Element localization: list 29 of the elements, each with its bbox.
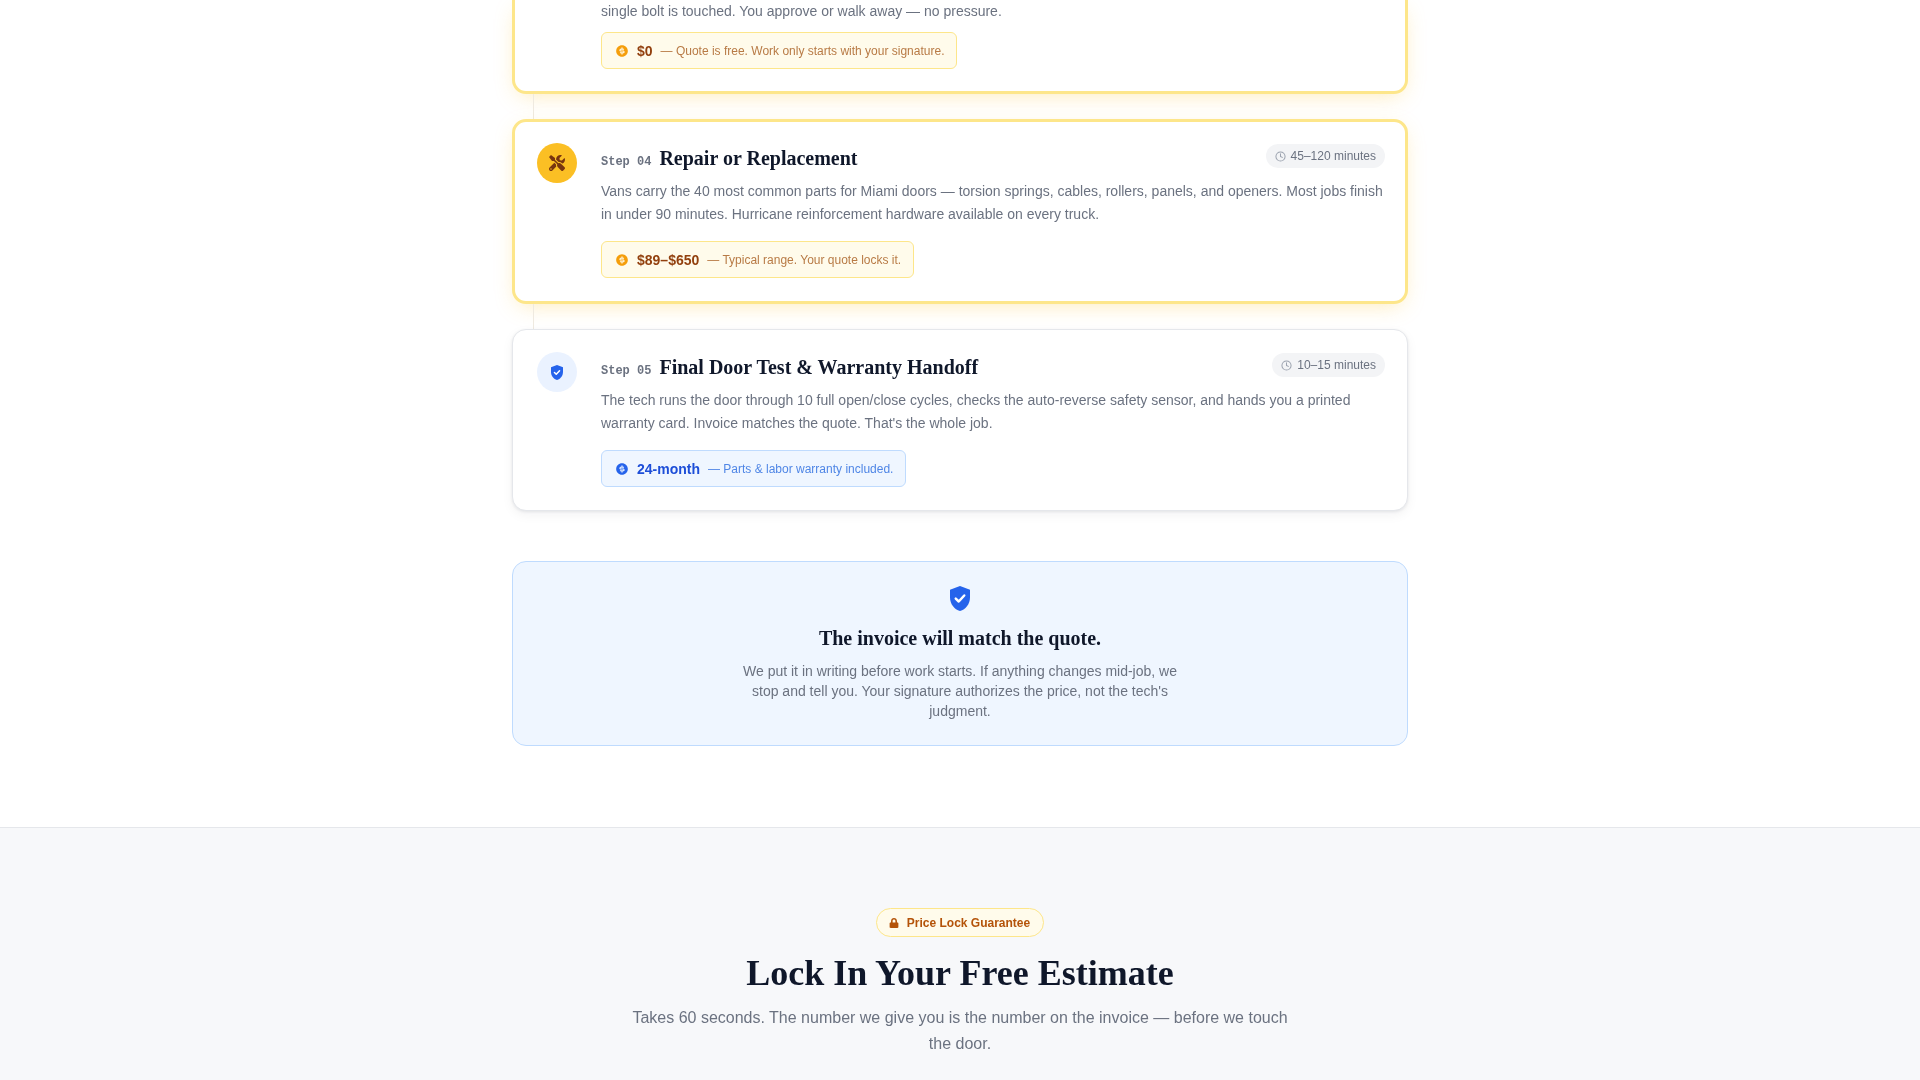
price-amount: 24-month xyxy=(637,460,700,477)
estimate-heading: Lock In Your Free Estimate xyxy=(746,952,1174,996)
shield-check-icon xyxy=(950,586,970,612)
dollar-coin-icon xyxy=(615,461,629,476)
tools-icon xyxy=(537,143,577,184)
clock-icon xyxy=(1274,150,1286,162)
duration-text: 10–15 minutes xyxy=(1297,358,1376,373)
dollar-coin-icon xyxy=(615,252,629,267)
badge-text: Price Lock Guarantee xyxy=(906,915,1031,930)
price-amount: $89–$650 xyxy=(637,251,700,268)
price-amount: $0 xyxy=(637,42,653,59)
step-title: Final Door Test & Warranty Handoff xyxy=(659,355,979,381)
guarantee-title: The invoice will match the quote. xyxy=(818,626,1102,652)
step-description: The tech runs the door through 10 full open/close cycles, checks the auto-reverse safety sensor, and hands you a printed warranty card. Invoice matches the quote. That's the whole job. xyxy=(601,391,1352,433)
step-label: Step 04 xyxy=(601,155,652,170)
lock-icon xyxy=(888,917,899,928)
shield-check-icon xyxy=(537,352,577,393)
clock-icon xyxy=(1281,359,1293,371)
dollar-coin-icon xyxy=(615,43,629,58)
step-label: Step 05 xyxy=(601,364,652,379)
price-note-text: — Quote is free. Work only starts with your signature. xyxy=(660,43,945,58)
step-description: single bolt is touched. You approve or walk away — no pressure. xyxy=(601,2,1002,21)
step-description: Vans carry the 40 most common parts for Miami doors — torsion springs, cables, rollers, panels, and openers. Most jobs finish in under 90 minutes. Hurricane reinforcement hardware available on every truck. xyxy=(601,182,1384,224)
step-title: Repair or Replacement xyxy=(659,146,858,172)
duration-text: 45–120 minutes xyxy=(1290,149,1376,164)
price-note-text: — Parts & labor warranty included. xyxy=(708,461,894,476)
estimate-subtitle: Takes 60 seconds. The number we give you is the number on the invoice — before we touch the door. xyxy=(631,1008,1289,1055)
price-note-text: — Typical range. Your quote locks it. xyxy=(707,252,902,267)
guarantee-text: We put it in writing before work starts. If anything changes mid-job, we stop and tell you. Your signature authorizes the price, not the tech's judgment. xyxy=(742,662,1178,722)
